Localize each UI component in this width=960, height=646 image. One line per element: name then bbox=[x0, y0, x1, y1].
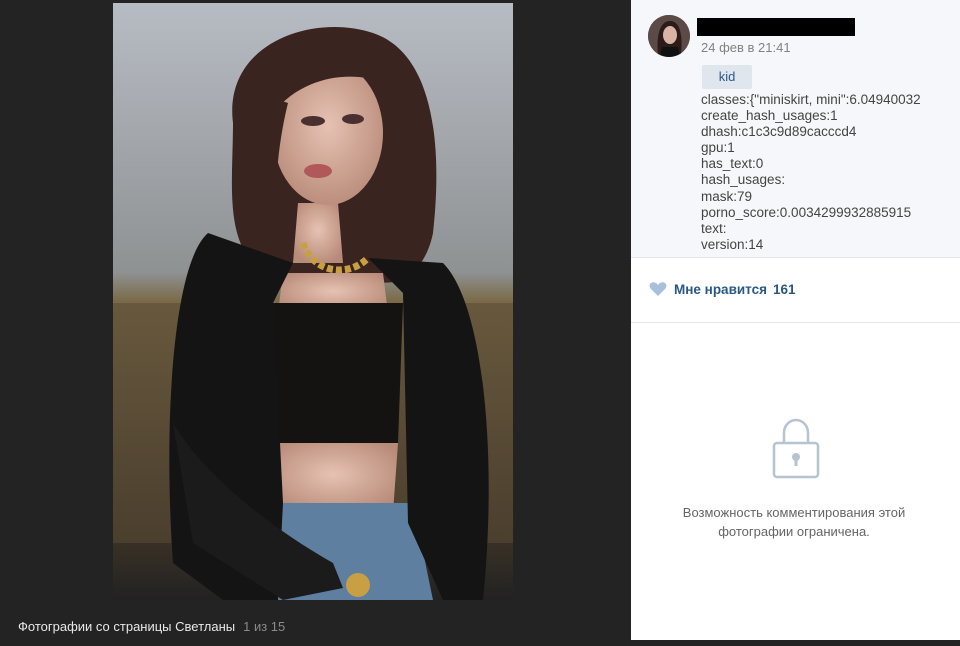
meta-line: classes:{"miniskirt, mini":6.04940032 bbox=[701, 92, 921, 107]
meta-line: text: bbox=[701, 220, 727, 236]
photo-counter: 1 из 15 bbox=[243, 619, 286, 634]
meta-line: gpu:1 bbox=[701, 140, 735, 156]
photo[interactable] bbox=[113, 3, 513, 600]
meta-line: mask:79 bbox=[701, 188, 753, 204]
like-button[interactable]: Мне нравится 161 bbox=[649, 281, 796, 297]
photo-image bbox=[113, 3, 513, 600]
album-title[interactable]: Фотографии со страницы Светланы bbox=[18, 619, 235, 634]
photo-description: classes:{"miniskirt, mini":6.04940032 cr… bbox=[701, 92, 957, 253]
like-count: 161 bbox=[772, 281, 796, 297]
divider bbox=[631, 322, 960, 323]
restricted-line-2: фотографии ограничена. bbox=[718, 524, 870, 539]
meta-line: porno_score:0.0034299932885915 bbox=[701, 204, 912, 220]
like-label: Мне нравится bbox=[674, 281, 767, 297]
photo-viewer: Фотографии со страницы Светланы 1 из 15 bbox=[0, 0, 631, 646]
tag-badge[interactable]: kid bbox=[702, 65, 752, 89]
lock-icon bbox=[772, 418, 820, 479]
heart-icon bbox=[649, 282, 667, 296]
meta-line: create_hash_usages:1 bbox=[701, 108, 838, 124]
meta-line: version:14 bbox=[701, 236, 764, 252]
photo-side-panel: 24 фев в 21:41 kid classes:{"miniskirt, … bbox=[631, 0, 960, 640]
meta-line: dhash:c1c3c9d89cacccd4 bbox=[701, 124, 857, 140]
meta-line: has_text:0 bbox=[701, 156, 764, 172]
post-header: 24 фев в 21:41 kid classes:{"miniskirt, … bbox=[631, 0, 960, 258]
avatar-image bbox=[648, 15, 690, 57]
restricted-line-1: Возможность комментирования этой bbox=[682, 505, 906, 520]
comments-restricted-notice: Возможность комментирования этой фотогра… bbox=[661, 503, 927, 541]
meta-line: hash_usages: bbox=[701, 172, 786, 188]
author-name-redacted[interactable] bbox=[697, 18, 855, 36]
photo-caption: Фотографии со страницы Светланы 1 из 15 bbox=[18, 619, 285, 634]
avatar[interactable] bbox=[648, 15, 690, 57]
post-date[interactable]: 24 фев в 21:41 bbox=[701, 40, 791, 55]
